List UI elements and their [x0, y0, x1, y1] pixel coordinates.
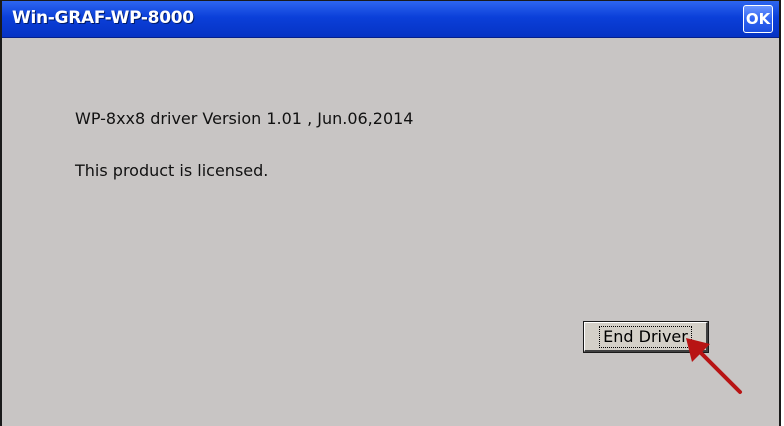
annotation-arrow-icon	[686, 338, 742, 394]
ok-button[interactable]: OK	[743, 5, 773, 33]
dialog-window: Win-GRAF-WP-8000 OK WP-8xx8 driver Versi…	[0, 0, 781, 426]
end-driver-label: End Driver	[599, 325, 692, 348]
title-bar: Win-GRAF-WP-8000 OK	[2, 1, 779, 38]
window-title: Win-GRAF-WP-8000	[12, 8, 194, 28]
license-status-text: This product is licensed.	[75, 161, 269, 180]
driver-version-text: WP-8xx8 driver Version 1.01 , Jun.06,201…	[75, 109, 414, 128]
